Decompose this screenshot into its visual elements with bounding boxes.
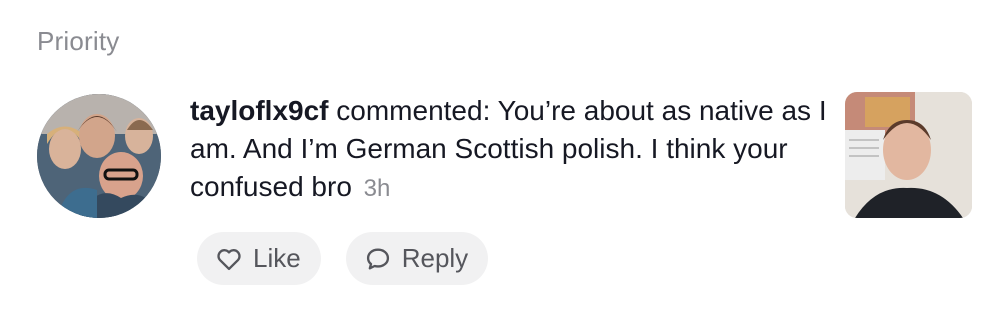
commenter-avatar[interactable] (37, 94, 161, 218)
section-title: Priority (37, 26, 120, 56)
like-button[interactable]: Like (197, 232, 321, 285)
action-bar: Like Reply (197, 232, 489, 285)
speech-bubble-icon (364, 245, 392, 273)
avatar-photo (37, 94, 161, 218)
thumbnail-photo (845, 92, 972, 218)
reply-label: Reply (401, 243, 469, 273)
notification-text[interactable]: tayloflx9cf commented: You’re about as n… (190, 92, 830, 208)
timestamp: 3h (363, 175, 391, 202)
like-label: Like (253, 243, 301, 273)
reply-button[interactable]: Reply (345, 232, 489, 285)
commenter-username[interactable]: tayloflx9cf (190, 95, 329, 126)
heart-outline-icon (215, 245, 243, 273)
video-thumbnail[interactable] (845, 92, 972, 218)
